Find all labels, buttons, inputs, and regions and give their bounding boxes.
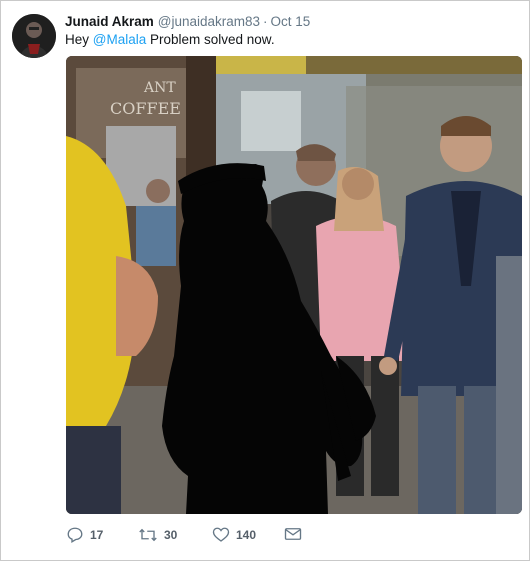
tweet-date[interactable]: Oct 15 (271, 14, 311, 29)
tweet-text-after: Problem solved now. (146, 32, 275, 47)
tweet-text-before: Hey (65, 32, 93, 47)
tweet-photo[interactable]: ANT COFFEE (66, 56, 522, 514)
reply-button[interactable]: 17 (66, 526, 103, 544)
message-button[interactable] (284, 526, 302, 542)
sign-text-ant: ANT (143, 80, 176, 96)
tweet-card[interactable]: Junaid Akram @junaidakram83 · Oct 15 Hey @M… (0, 0, 530, 561)
like-button[interactable]: 140 (212, 526, 256, 544)
sign-text-coffee: COFFEE (110, 99, 181, 118)
retweet-count: 30 (164, 528, 178, 542)
author-handle[interactable]: @junaidakram83 (158, 14, 260, 29)
author-name[interactable]: Junaid Akram (65, 14, 154, 29)
retweet-button[interactable]: 30 (138, 526, 177, 544)
reply-icon (66, 526, 84, 544)
tweet-text: Hey @Malala Problem solved now. (65, 32, 275, 47)
separator-dot: · (263, 14, 268, 29)
retweet-icon (138, 526, 158, 544)
avatar[interactable] (12, 14, 56, 58)
mention-link[interactable]: @Malala (93, 32, 146, 47)
heart-icon (212, 526, 230, 544)
tweet-actions: 17 30 140 (66, 526, 486, 548)
tweet-header: Junaid Akram @junaidakram83 · Oct 15 (65, 14, 310, 29)
reply-count: 17 (90, 528, 104, 542)
envelope-icon (284, 526, 302, 542)
like-count: 140 (236, 528, 257, 542)
